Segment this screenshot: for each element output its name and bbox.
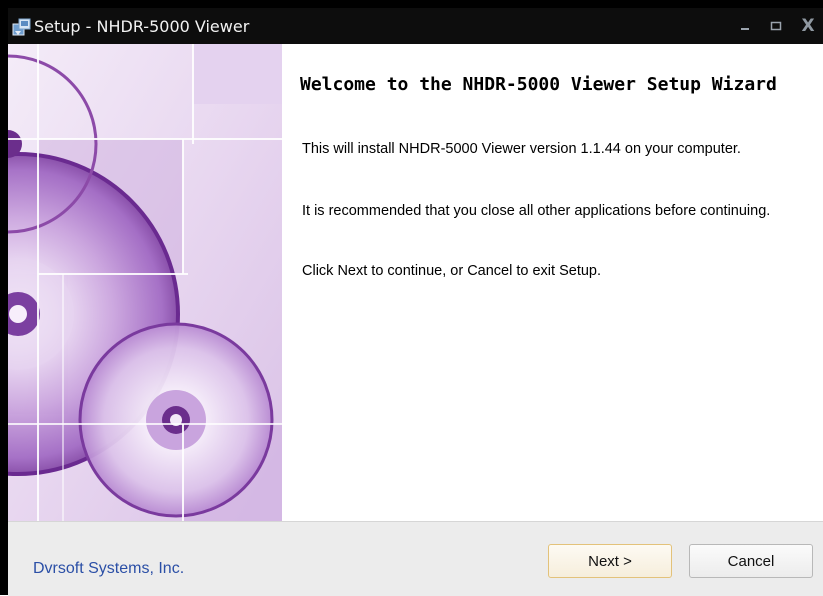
next-button[interactable]: Next > (548, 544, 672, 578)
window-title: Setup - NHDR-5000 Viewer (34, 17, 250, 36)
wizard-heading: Welcome to the NHDR-5000 Viewer Setup Wi… (300, 74, 777, 95)
welcome-panel: Welcome to the NHDR-5000 Viewer Setup Wi… (282, 44, 823, 521)
close-button[interactable]: X (795, 14, 821, 38)
company-name: Dvrsoft Systems, Inc. (33, 560, 185, 577)
minimize-icon (741, 28, 749, 30)
setup-window: Setup - NHDR-5000 Viewer X Welcome to th… (0, 0, 823, 596)
close-apps-text: It is recommended that you close all oth… (302, 203, 771, 219)
cd-discs-illustration (8, 44, 282, 521)
instructions-text: Click Next to continue, or Cancel to exi… (302, 263, 602, 279)
wizard-footer: Dvrsoft Systems, Inc. Next > Cancel (8, 521, 823, 596)
cancel-button[interactable]: Cancel (689, 544, 813, 578)
wizard-banner-image (8, 44, 282, 521)
install-info-text: This will install NHDR-5000 Viewer versi… (302, 141, 741, 157)
maximize-icon (770, 21, 782, 31)
title-bar[interactable]: Setup - NHDR-5000 Viewer X (8, 8, 823, 44)
minimize-button[interactable] (733, 14, 759, 38)
installer-icon (12, 17, 32, 37)
maximize-button[interactable] (763, 14, 789, 38)
wizard-body: Welcome to the NHDR-5000 Viewer Setup Wi… (8, 44, 823, 596)
